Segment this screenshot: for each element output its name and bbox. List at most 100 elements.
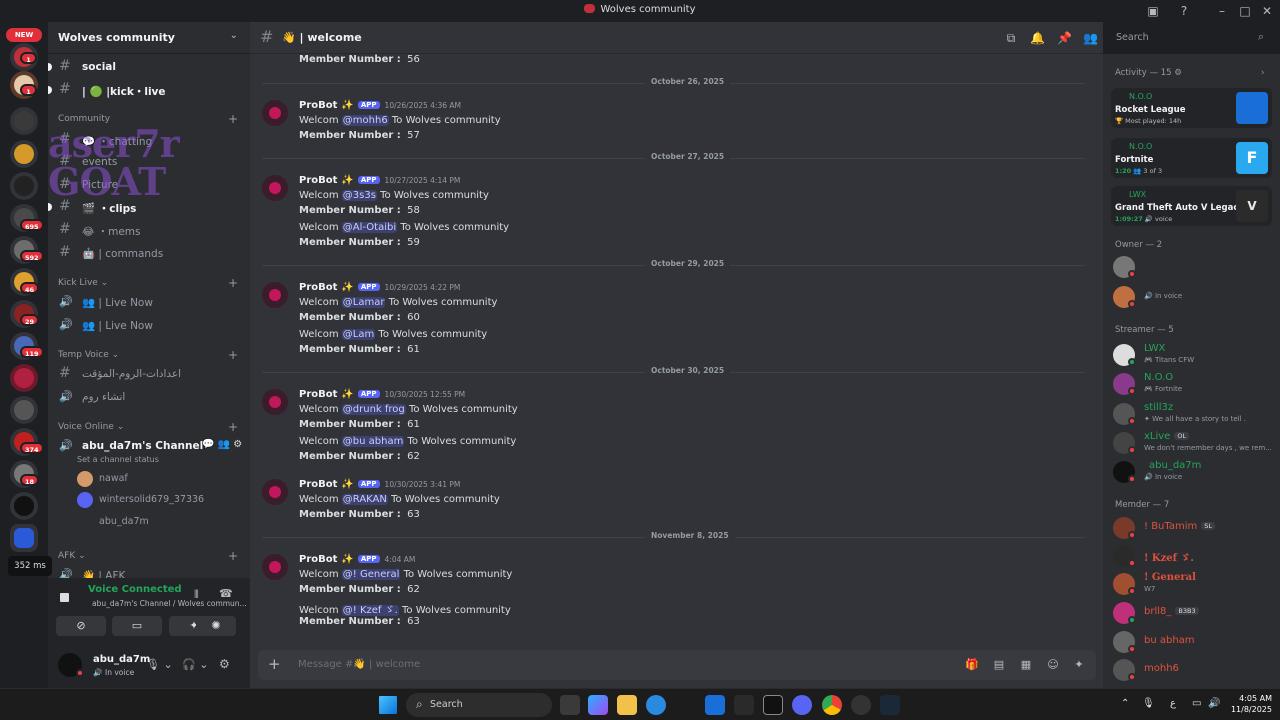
- member-item[interactable]: still3z ✦ We all have a story to tell .: [1113, 401, 1273, 427]
- gift-icon[interactable]: 🎁: [965, 658, 979, 672]
- network-icon[interactable]: ▭: [1192, 698, 1201, 709]
- channel-status[interactable]: Set a channel status: [56, 452, 242, 472]
- member-item[interactable]: bu abham: [1113, 629, 1273, 655]
- category-community[interactable]: Community +: [58, 112, 238, 126]
- guild-header[interactable]: Wolves community ⌄: [48, 22, 250, 54]
- activity-card[interactable]: N.O.O Fortnite 1:20 👥 3 of 3 F: [1111, 138, 1272, 178]
- add-channel-icon[interactable]: +: [228, 549, 238, 563]
- add-channel-icon[interactable]: +: [228, 276, 238, 290]
- screen-share-button[interactable]: ▭: [112, 616, 162, 636]
- task-view-icon[interactable]: [560, 695, 580, 715]
- discord-taskbar-icon[interactable]: [792, 695, 812, 715]
- member-item[interactable]: N.O.O 🎮 Fortnite: [1113, 371, 1273, 397]
- settings-app-icon[interactable]: [734, 695, 754, 715]
- taskbar-search[interactable]: ⌕ Search: [406, 693, 552, 717]
- help-icon[interactable]: ?: [1177, 4, 1191, 18]
- channel-social[interactable]: # social: [48, 57, 242, 77]
- message-input[interactable]: Message #👋 | welcome: [298, 659, 420, 670]
- server-icon[interactable]: [10, 364, 38, 392]
- user-mention[interactable]: @! General: [341, 569, 401, 580]
- channel-mems[interactable]: # 😂 ・mems: [56, 220, 242, 240]
- windows-start-icon[interactable]: [379, 696, 397, 714]
- pin-icon[interactable]: 📌: [1057, 31, 1072, 45]
- activity-card[interactable]: LWX Grand Theft Auto V Legacy 1:09:27 🔊 …: [1111, 186, 1272, 226]
- channel-kick-live[interactable]: # | 🟢 |kick・live: [48, 80, 242, 100]
- steam-icon[interactable]: [880, 695, 900, 715]
- copilot-icon[interactable]: [588, 695, 608, 715]
- category-voice-online[interactable]: Voice Online ⌄ +: [58, 420, 238, 434]
- add-attachment-icon[interactable]: +: [268, 655, 281, 673]
- search-input[interactable]: Search ⌕: [1110, 27, 1270, 49]
- user-mention[interactable]: @bu abham: [341, 436, 405, 447]
- chevron-up-icon[interactable]: ⌃: [1121, 698, 1129, 709]
- voice-channel-live-now[interactable]: 🔊 👥 | Live Now: [56, 292, 242, 312]
- activity-card[interactable]: N.O.O Rocket League 🏆 Most played: 14h: [1111, 88, 1272, 128]
- member-item[interactable]: ! General W7: [1113, 571, 1273, 597]
- edge-icon[interactable]: [646, 695, 666, 715]
- voice-channel-live-now[interactable]: 🔊 👥 | Live Now: [56, 315, 242, 335]
- user-mention[interactable]: @Lam: [341, 329, 376, 340]
- user-mention[interactable]: @RAKAN: [341, 494, 388, 505]
- channel-picture[interactable]: # Picture: [56, 175, 242, 195]
- message-composer[interactable]: + Message #👋 | welcome 🎁 ▤ ▦ ☺ ✦: [258, 650, 1096, 680]
- chevron-right-icon[interactable]: ›: [1261, 68, 1264, 78]
- server-icon[interactable]: [10, 524, 38, 552]
- avatar[interactable]: [262, 282, 288, 308]
- server-icon[interactable]: [10, 492, 38, 520]
- gif-icon[interactable]: ▤: [992, 658, 1006, 672]
- inbox-icon[interactable]: ▣: [1146, 4, 1160, 18]
- member-item[interactable]: brll8_ B3B3: [1113, 600, 1273, 626]
- taskbar-app-icon[interactable]: [763, 695, 783, 715]
- member-item[interactable]: LWX 🎮 Titans CFW: [1113, 342, 1273, 368]
- taskbar-app-icon[interactable]: [851, 695, 871, 715]
- channel-chatting[interactable]: # 💬 ・chatting: [56, 130, 242, 150]
- user-mention[interactable]: @Al-Otaibi: [341, 222, 398, 233]
- chrome-icon[interactable]: [822, 695, 842, 715]
- channel-events[interactable]: # events: [56, 152, 242, 172]
- add-channel-icon[interactable]: +: [228, 112, 238, 126]
- category-afk[interactable]: AFK ⌄ +: [58, 549, 238, 563]
- file-explorer-icon[interactable]: [617, 695, 637, 715]
- avatar[interactable]: [262, 100, 288, 126]
- disconnect-icon[interactable]: ☎: [219, 587, 233, 600]
- apps-icon[interactable]: ✦: [1072, 658, 1086, 672]
- threads-icon[interactable]: ⧉: [1004, 31, 1018, 45]
- server-icon[interactable]: [10, 107, 38, 135]
- member-item[interactable]: abu_da7m 🔊 In voice: [1113, 459, 1273, 485]
- avatar[interactable]: [262, 389, 288, 415]
- sticker-icon[interactable]: ▦: [1019, 658, 1033, 672]
- add-channel-icon[interactable]: +: [228, 420, 238, 434]
- user-mention[interactable]: @! Kzef ゞ.: [341, 605, 399, 616]
- user-mention[interactable]: @Lamar: [341, 297, 386, 308]
- channel-commands[interactable]: # 🤖 | commands: [56, 243, 242, 263]
- member-item[interactable]: [1113, 254, 1273, 280]
- close-icon[interactable]: ✕: [1260, 4, 1274, 18]
- channel-clips[interactable]: # 🎬 ・clips: [48, 197, 242, 217]
- settings-gear-icon[interactable]: ⚙: [219, 657, 230, 671]
- user-mention[interactable]: @mohh6: [341, 115, 389, 126]
- emoji-icon[interactable]: ☺: [1046, 658, 1060, 672]
- language-indicator[interactable]: ع: [1170, 698, 1176, 709]
- noise-suppression-icon[interactable]: ⦀: [194, 588, 199, 602]
- microphone-icon[interactable]: 🎙: [1142, 698, 1155, 709]
- voice-channel-create-room[interactable]: 🔊 انشاء روم: [56, 387, 242, 407]
- add-channel-icon[interactable]: +: [228, 348, 238, 362]
- category-temp-voice[interactable]: Temp Voice ⌄ +: [58, 348, 238, 362]
- microphone-icon[interactable]: 🎙 ⌄: [146, 658, 173, 671]
- new-badge[interactable]: NEW: [6, 28, 42, 42]
- server-icon[interactable]: [10, 140, 38, 168]
- avatar[interactable]: [262, 175, 288, 201]
- member-item[interactable]: ! Kzef ゞ.: [1113, 543, 1273, 569]
- volume-icon[interactable]: 🔊: [1208, 698, 1220, 709]
- user-mention[interactable]: @drunk frog: [341, 404, 406, 415]
- server-icon[interactable]: [10, 396, 38, 424]
- channel-temp-settings[interactable]: # اعدادات-الروم-المؤقت: [56, 364, 242, 384]
- category-kick-live[interactable]: Kick Live ⌄ +: [58, 276, 238, 290]
- member-item[interactable]: mohh6: [1113, 657, 1273, 683]
- headphones-icon[interactable]: 🎧 ⌄: [182, 658, 208, 671]
- member-item[interactable]: 🔊 In voice: [1113, 284, 1273, 310]
- channel-action-icons[interactable]: 💬 👥 ⚙: [202, 439, 242, 450]
- avatar[interactable]: [262, 479, 288, 505]
- soundboard-button[interactable]: ✺: [196, 616, 236, 636]
- activity-header[interactable]: Activity — 15 ⚙ ›: [1115, 68, 1264, 78]
